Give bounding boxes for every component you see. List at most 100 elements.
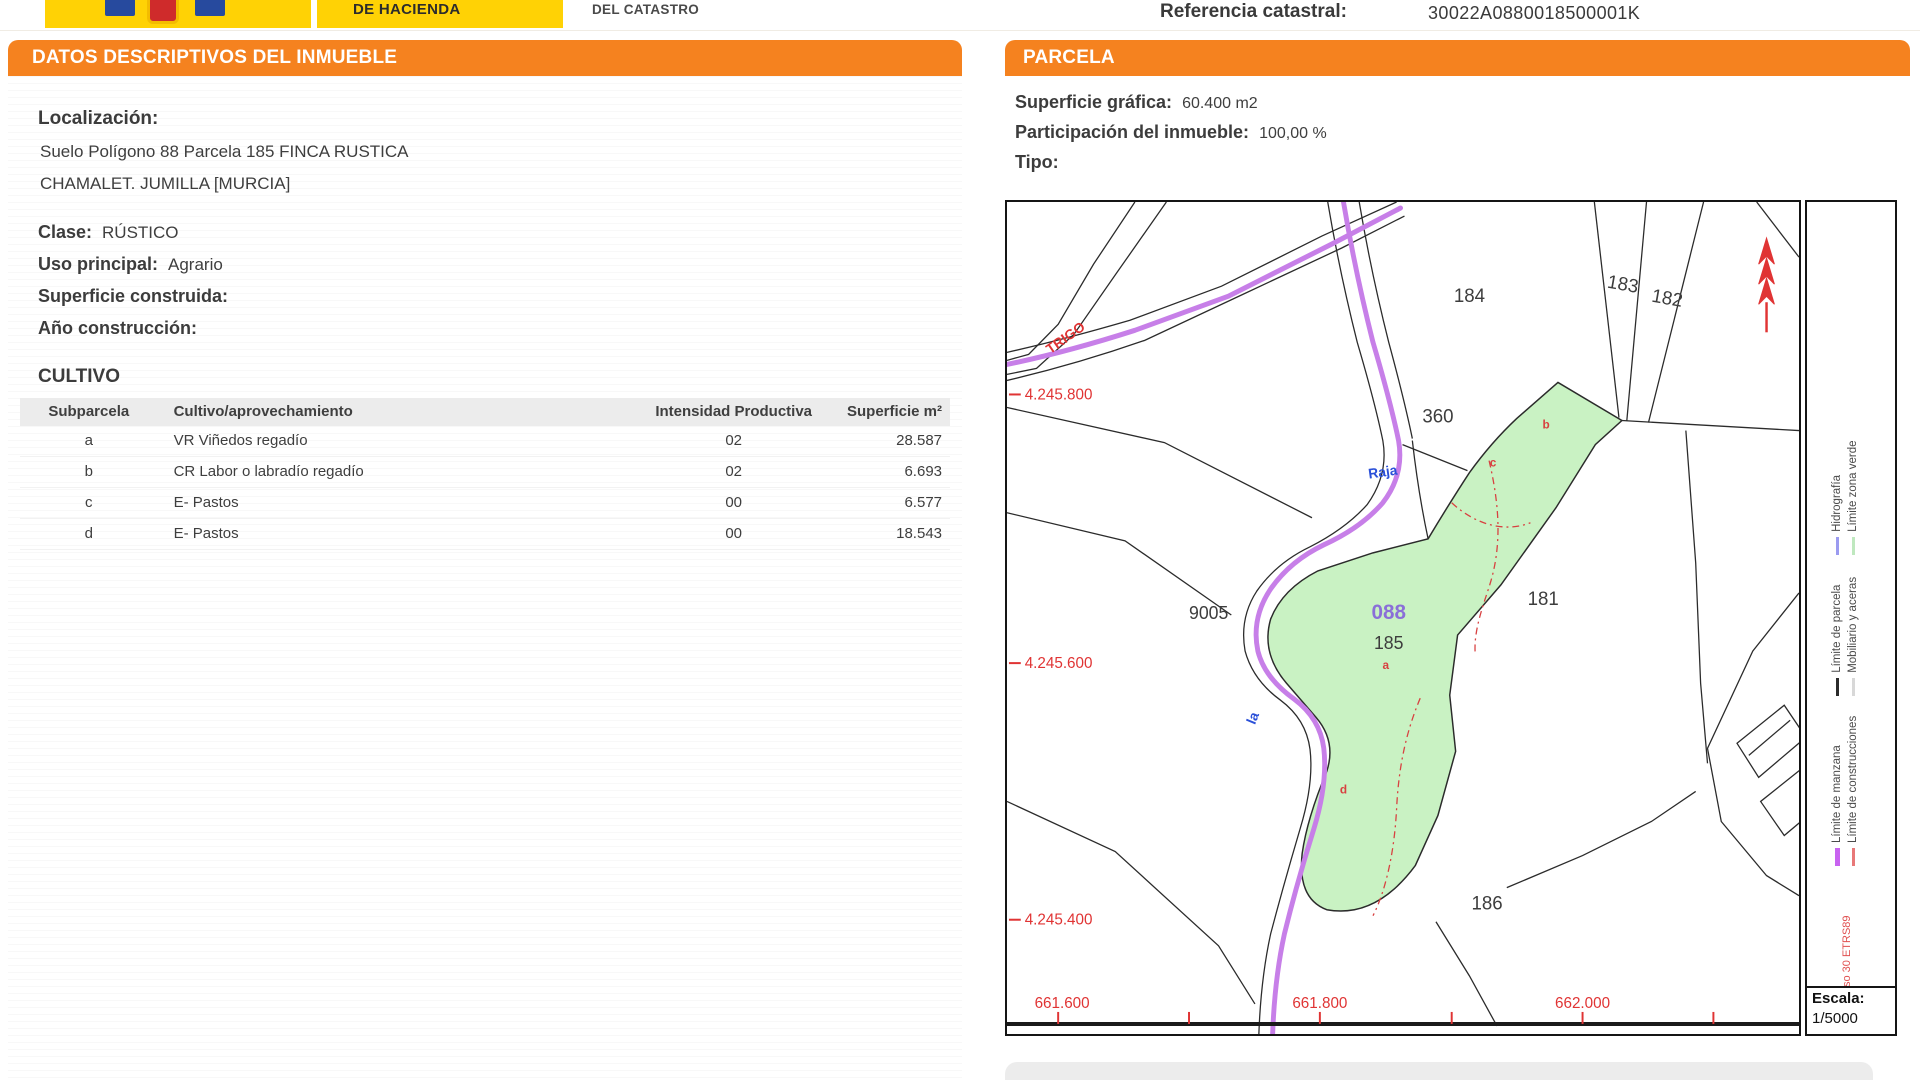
- escala-label: Escala:: [1812, 990, 1865, 1007]
- parcela-info: Superficie gráfica: 60.400 m2 Participaci…: [1015, 92, 1327, 182]
- coord-label-4245400: 4.245.400: [1025, 912, 1093, 929]
- cadastral-map: 184 183 182 360 181 088 185 9005 186 a b…: [1005, 200, 1801, 1036]
- subparcel-label-a: a: [1383, 658, 1390, 672]
- cell-superficie: 18.543: [822, 519, 950, 549]
- coat-of-arms-icon: [147, 0, 179, 24]
- coord-label-661600: 661.600: [1035, 995, 1090, 1012]
- gobierno-espana-logo: [45, 0, 311, 28]
- flag-icon: [195, 0, 225, 16]
- superficie-grafica-row: Superficie gráfica: 60.400 m2: [1015, 92, 1327, 113]
- toponym-la: la: [1243, 709, 1262, 726]
- ministerio-label: DE HACIENDA: [353, 1, 460, 18]
- superficie-grafica-value: 60.400 m2: [1182, 95, 1258, 112]
- subparcel-label-d: d: [1340, 782, 1347, 796]
- cultivo-table: Subparcela Cultivo/aprovechamiento Inten…: [20, 398, 950, 550]
- superficie-construida-label: Superficie construida:: [38, 286, 228, 306]
- government-header-strip: DE HACIENDA DEL CATASTRO Referencia cata…: [0, 0, 1920, 31]
- cell-intensidad: 00: [645, 519, 822, 549]
- tipo-label: Tipo:: [1015, 152, 1059, 172]
- cultivo-table-header: Subparcela Cultivo/aprovechamiento Inten…: [20, 398, 950, 426]
- legend-item: Límite de manzana: [1829, 716, 1845, 866]
- mobiliario-swatch-icon: [1852, 678, 1855, 696]
- table-row: a VR Viñedos regadío 02 28.587: [20, 426, 950, 457]
- legend-group-hidrografia: Hidrografía Límite zona verde: [1829, 441, 1861, 555]
- coord-label-4245600: 4.245.600: [1025, 655, 1093, 672]
- legend-label: Límite zona verde: [1847, 441, 1859, 532]
- cell-cultivo: VR Viñedos regadío: [158, 426, 646, 456]
- coord-label-661800: 661.800: [1292, 995, 1347, 1012]
- parcel-label-088: 088: [1372, 601, 1406, 624]
- superficie-construida-row: Superficie construida:: [38, 286, 238, 307]
- table-row: b CR Labor o labradío regadío 02 6.693: [20, 457, 950, 488]
- cell-superficie: 6.693: [822, 457, 950, 487]
- col-superficie: Superficie m²: [822, 398, 950, 426]
- localizacion-line1: Suelo Polígono 88 Parcela 185 FINCA RUST…: [40, 142, 409, 162]
- table-row: c E- Pastos 00 6.577: [20, 488, 950, 519]
- manzana-swatch-icon: [1835, 848, 1840, 866]
- legend-group-manzana: Límite de manzana Límite de construccion…: [1829, 716, 1861, 866]
- legend-label: Límite de construcciones: [1847, 716, 1859, 843]
- cell-subparcela: a: [20, 426, 158, 456]
- parcela-swatch-icon: [1836, 678, 1839, 696]
- cell-subparcela: b: [20, 457, 158, 487]
- clase-value: RÚSTICO: [102, 223, 179, 242]
- legend-item: Mobiliario y aceras: [1845, 577, 1861, 696]
- datos-descriptivos-header: DATOS DESCRIPTIVOS DEL INMUEBLE: [8, 40, 962, 76]
- cell-cultivo: CR Labor o labradío regadío: [158, 457, 646, 487]
- parcel-label-185: 185: [1374, 633, 1404, 653]
- coord-label-4245800: 4.245.800: [1025, 386, 1093, 403]
- legend-label: Mobiliario y aceras: [1847, 577, 1859, 673]
- cell-subparcela: c: [20, 488, 158, 518]
- cultivo-title: CULTIVO: [38, 366, 120, 388]
- superficie-grafica-label: Superficie gráfica:: [1015, 92, 1172, 112]
- legend-label: Hidrografía: [1831, 475, 1843, 532]
- subparcel-label-b: b: [1543, 417, 1550, 431]
- legend-item: Hidrografía: [1829, 441, 1845, 555]
- uso-principal-row: Uso principal:Agrario: [38, 254, 223, 275]
- direccion-catastro-label: DEL CATASTRO: [592, 2, 699, 17]
- map-legend-rotated: 662.200 Coordenadas U.TM. Huso 30 ETRS89…: [1815, 410, 1881, 990]
- legend-item: Límite zona verde: [1845, 441, 1861, 555]
- parcel-label-183: 183: [1606, 271, 1640, 297]
- parcel-label-182: 182: [1650, 285, 1684, 311]
- building-footprints: [1737, 705, 1799, 835]
- uso-principal-label: Uso principal:: [38, 254, 158, 274]
- participacion-row: Participación del inmueble: 100,00 %: [1015, 122, 1327, 143]
- cadastral-map-svg: 184 183 182 360 181 088 185 9005 186 a b…: [1007, 202, 1799, 1034]
- datos-descriptivos-body: Localización: Suelo Polígono 88 Parcela …: [8, 76, 962, 1080]
- map-legend: 662.200 Coordenadas U.TM. Huso 30 ETRS89…: [1805, 200, 1897, 990]
- referencia-catastral-label: Referencia catastral:: [1160, 1, 1347, 23]
- next-panel-top-edge: [1005, 1062, 1873, 1080]
- cell-intensidad: 02: [645, 426, 822, 456]
- north-arrow-icon: [1759, 238, 1775, 332]
- scale-box: Escala: 1/5000: [1805, 986, 1897, 1036]
- participacion-value: 100,00 %: [1259, 125, 1327, 142]
- parcel-label-181: 181: [1528, 588, 1559, 609]
- clase-label: Clase:: [38, 222, 92, 242]
- zona-verde-swatch-icon: [1852, 537, 1855, 555]
- cell-intensidad: 02: [645, 457, 822, 487]
- legend-item: Límite de parcela: [1829, 577, 1845, 696]
- cell-superficie: 28.587: [822, 426, 950, 456]
- parcel-label-360: 360: [1422, 405, 1453, 426]
- clase-row: Clase: RÚSTICO: [38, 222, 179, 243]
- cell-cultivo: E- Pastos: [158, 519, 646, 549]
- cell-subparcela: d: [20, 519, 158, 549]
- cell-cultivo: E- Pastos: [158, 488, 646, 518]
- flag-icon: [105, 0, 135, 16]
- coord-label-662000: 662.000: [1555, 995, 1610, 1012]
- construcciones-swatch-icon: [1852, 848, 1855, 866]
- participacion-label: Participación del inmueble:: [1015, 122, 1249, 142]
- legend-label: Límite de manzana: [1831, 745, 1843, 843]
- ministerio-hacienda-box: DE HACIENDA: [314, 0, 563, 28]
- anio-construccion-row: Año construcción:: [38, 318, 207, 339]
- legend-item: Límite de construcciones: [1845, 716, 1861, 866]
- localizacion-label: Localización:: [38, 108, 158, 130]
- parcel-label-184: 184: [1454, 285, 1485, 306]
- datos-descriptivos-panel: DATOS DESCRIPTIVOS DEL INMUEBLE Localiza…: [8, 40, 962, 1080]
- cell-intensidad: 00: [645, 488, 822, 518]
- table-row: d E- Pastos 00 18.543: [20, 519, 950, 550]
- col-subparcela: Subparcela: [20, 398, 158, 426]
- localizacion-line2: CHAMALET. JUMILLA [MURCIA]: [40, 174, 290, 194]
- legend-group-parcela: Límite de parcela Mobiliario y aceras: [1829, 577, 1861, 696]
